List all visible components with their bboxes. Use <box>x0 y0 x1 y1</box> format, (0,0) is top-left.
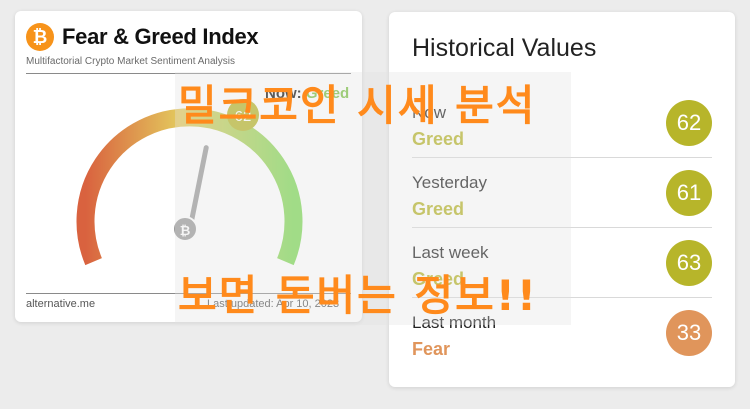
overlay-headline-1: 밀크코인 시세 분석 <box>178 81 537 130</box>
row-value-badge: 63 <box>666 240 712 286</box>
fear-greed-subtitle: Multifactorial Crypto Market Sentiment A… <box>26 56 235 67</box>
source-link[interactable]: alternative.me <box>26 298 95 310</box>
row-classification: Fear <box>412 339 451 359</box>
bitcoin-logo-icon: ₿ <box>26 23 54 51</box>
historical-title: Historical Values <box>412 34 597 62</box>
fear-greed-title: Fear & Greed Index <box>62 24 259 49</box>
fear-greed-header: ₿ Fear & Greed Index <box>26 23 259 51</box>
row-value-badge: 61 <box>666 170 712 216</box>
row-value-badge: 33 <box>666 310 712 356</box>
row-value-badge: 62 <box>666 100 712 146</box>
overlay-headline-2: 보면 돈버는 정보!! <box>178 271 539 320</box>
